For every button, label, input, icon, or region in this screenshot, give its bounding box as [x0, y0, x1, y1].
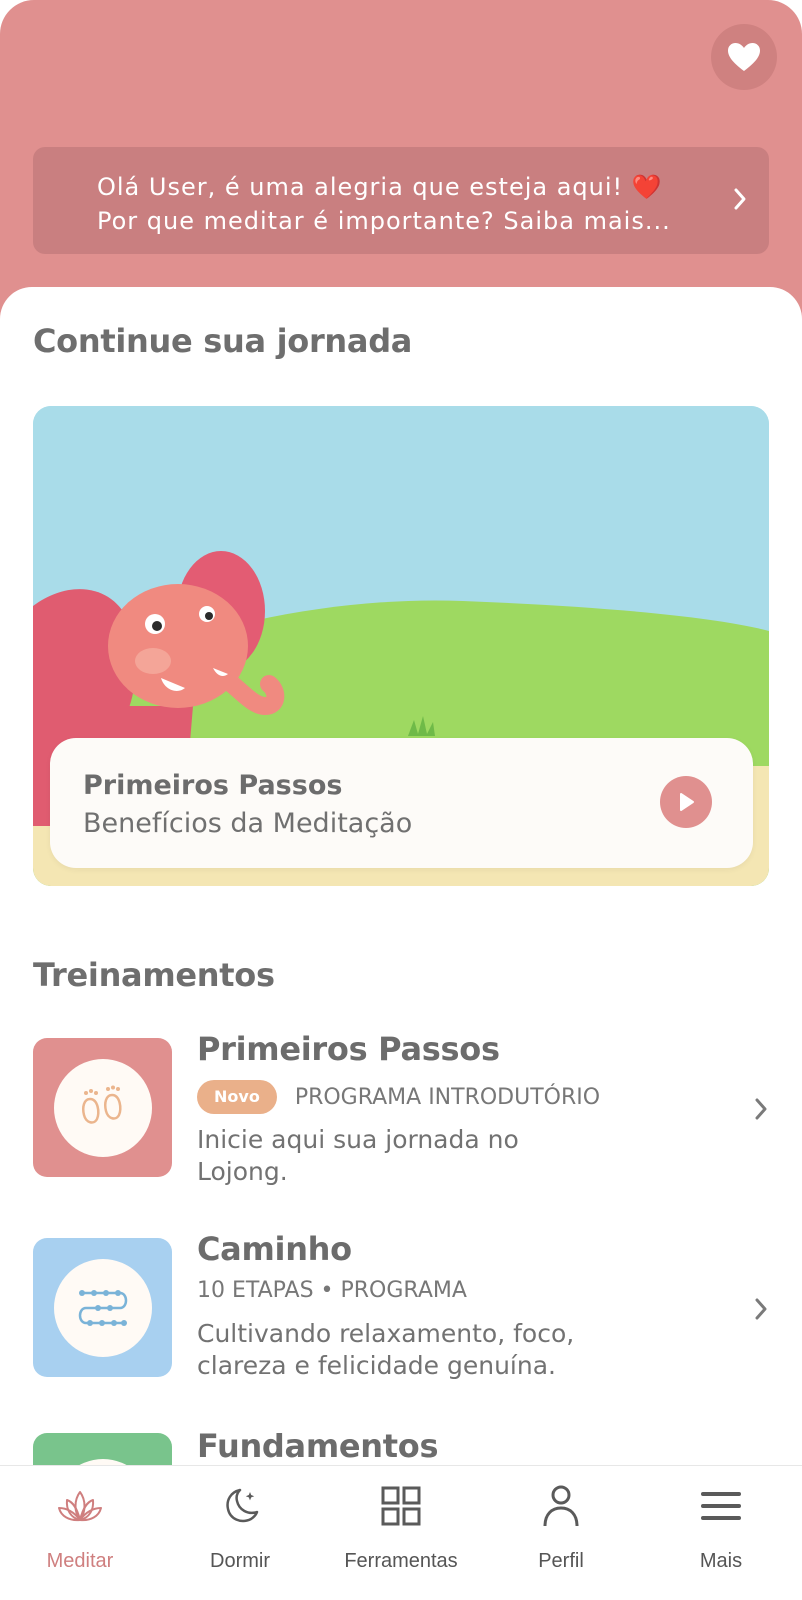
journey-program-title: Primeiros Passos	[83, 770, 343, 801]
continue-section-title: Continue sua jornada	[33, 322, 413, 360]
menu-icon	[701, 1492, 741, 1520]
tab-mais[interactable]: Mais	[641, 1466, 801, 1600]
greeting-text: Olá User, é uma alegria que esteja aqui!…	[97, 173, 663, 201]
chevron-right-icon	[755, 1298, 767, 1320]
training-item-caminho[interactable]: Caminho 10 ETAPAS • PROGRAMA Cultivando …	[33, 1230, 769, 1418]
tab-label: Dormir	[210, 1550, 270, 1572]
training-description: Inicie aqui sua jornada no Lojong.	[197, 1125, 519, 1186]
training-thumbnail	[33, 1238, 172, 1377]
play-button[interactable]	[660, 776, 712, 828]
journey-session-title: Benefícios da Meditação	[83, 808, 413, 839]
training-item-primeiros-passos[interactable]: Primeiros Passos Novo PROGRAMA INTRODUTÓ…	[33, 1030, 769, 1218]
play-icon	[680, 793, 694, 811]
header: Olá User, é uma alegria que esteja aqui!…	[0, 0, 802, 320]
person-icon	[543, 1485, 579, 1527]
training-meta: 10 ETAPAS • PROGRAMA	[197, 1278, 467, 1303]
tab-dormir[interactable]: Dormir	[160, 1466, 320, 1600]
continue-journey-card[interactable]: Primeiros Passos Benefícios da Meditação	[33, 406, 769, 886]
training-title: Fundamentos	[197, 1433, 439, 1465]
tab-meditar[interactable]: Meditar	[0, 1466, 160, 1600]
tab-label: Mais	[699, 1550, 743, 1572]
footprints-icon	[81, 1085, 122, 1124]
training-meta: Novo PROGRAMA INTRODUTÓRIO	[197, 1080, 600, 1114]
heart-icon	[728, 43, 760, 71]
learn-more-text: Por que meditar é importante? Saiba mais…	[97, 207, 671, 235]
training-item-fundamentos[interactable]: Fundamentos	[33, 1433, 769, 1465]
training-title: Primeiros Passos	[197, 1030, 500, 1068]
training-thumbnail	[33, 1433, 172, 1465]
training-thumbnail	[33, 1038, 172, 1177]
tab-perfil[interactable]: Perfil	[481, 1466, 641, 1600]
training-type: PROGRAMA INTRODUTÓRIO	[294, 1084, 601, 1110]
tab-ferramentas[interactable]: Ferramentas	[321, 1466, 481, 1600]
grid-icon	[381, 1486, 421, 1526]
training-title: Caminho	[197, 1230, 352, 1268]
chevron-right-icon	[734, 188, 746, 210]
path-icon	[78, 1289, 127, 1326]
tab-label: Ferramentas	[344, 1550, 458, 1572]
new-badge: Novo	[197, 1080, 277, 1114]
bottom-tab-bar: Meditar Dormir Ferramentas Perfil Mais	[0, 1465, 802, 1600]
tab-label: Meditar	[46, 1550, 114, 1572]
greeting-banner[interactable]: Olá User, é uma alegria que esteja aqui!…	[33, 147, 769, 254]
training-description: Cultivando relaxamento, foco, clareza e …	[197, 1319, 575, 1380]
tab-label: Perfil	[538, 1550, 584, 1572]
journey-info-card[interactable]: Primeiros Passos Benefícios da Meditação	[50, 738, 753, 868]
moon-icon	[226, 1488, 259, 1523]
favorites-button[interactable]	[711, 24, 777, 90]
lotus-icon	[58, 1491, 102, 1522]
trainings-section-title: Treinamentos	[33, 956, 275, 994]
chevron-right-icon	[755, 1098, 767, 1120]
